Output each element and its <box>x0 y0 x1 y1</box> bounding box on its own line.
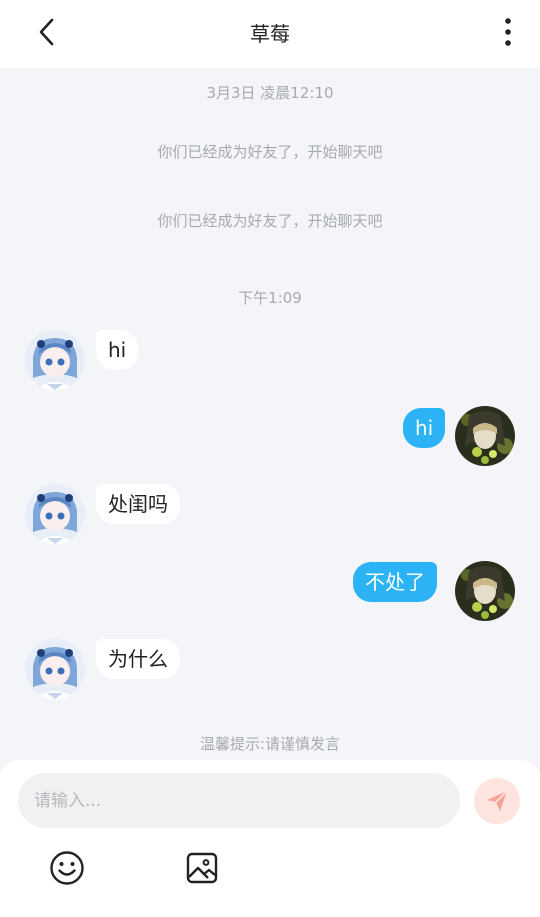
user-avatar-image <box>455 561 515 621</box>
contact-avatar-image <box>25 639 85 699</box>
message-bubble-sent[interactable]: hi <box>403 408 446 448</box>
contact-avatar[interactable] <box>25 330 85 390</box>
user-avatar[interactable] <box>455 406 515 466</box>
send-button[interactable] <box>474 778 520 824</box>
contact-avatar[interactable] <box>25 484 85 544</box>
more-vertical-icon <box>505 18 511 46</box>
timestamp: 下午1:09 <box>238 289 302 307</box>
message-bubble-received[interactable]: 处闺吗 <box>96 484 180 524</box>
user-avatar-image <box>455 406 515 466</box>
image-icon <box>186 852 218 884</box>
contact-avatar-image <box>25 330 85 390</box>
top-bar: 草莓 <box>0 0 540 68</box>
image-button[interactable] <box>184 850 220 886</box>
timestamp: 3月3日 凌晨12:10 <box>206 84 334 102</box>
warning-tip: 温馨提示:请谨慎发言 <box>199 735 341 753</box>
emoji-button[interactable] <box>49 850 85 886</box>
more-button[interactable] <box>494 14 522 50</box>
message-bubble-sent[interactable]: 不处了 <box>353 562 437 602</box>
chat-title: 草莓 <box>250 22 290 46</box>
paper-plane-icon <box>487 790 508 811</box>
system-message: 你们已经成为好友了，开始聊天吧 <box>157 143 383 161</box>
message-list[interactable]: 3月3日 凌晨12:10 你们已经成为好友了，开始聊天吧 你们已经成为好友了，开… <box>0 68 540 760</box>
contact-avatar-image <box>25 484 85 544</box>
system-message: 你们已经成为好友了，开始聊天吧 <box>157 212 383 230</box>
smiley-icon <box>50 851 84 885</box>
message-bubble-received[interactable]: hi <box>96 330 139 370</box>
message-input[interactable] <box>18 773 460 828</box>
contact-avatar[interactable] <box>25 639 85 699</box>
message-bubble-received[interactable]: 为什么 <box>96 639 180 679</box>
user-avatar[interactable] <box>455 561 515 621</box>
composer-panel <box>0 760 540 917</box>
